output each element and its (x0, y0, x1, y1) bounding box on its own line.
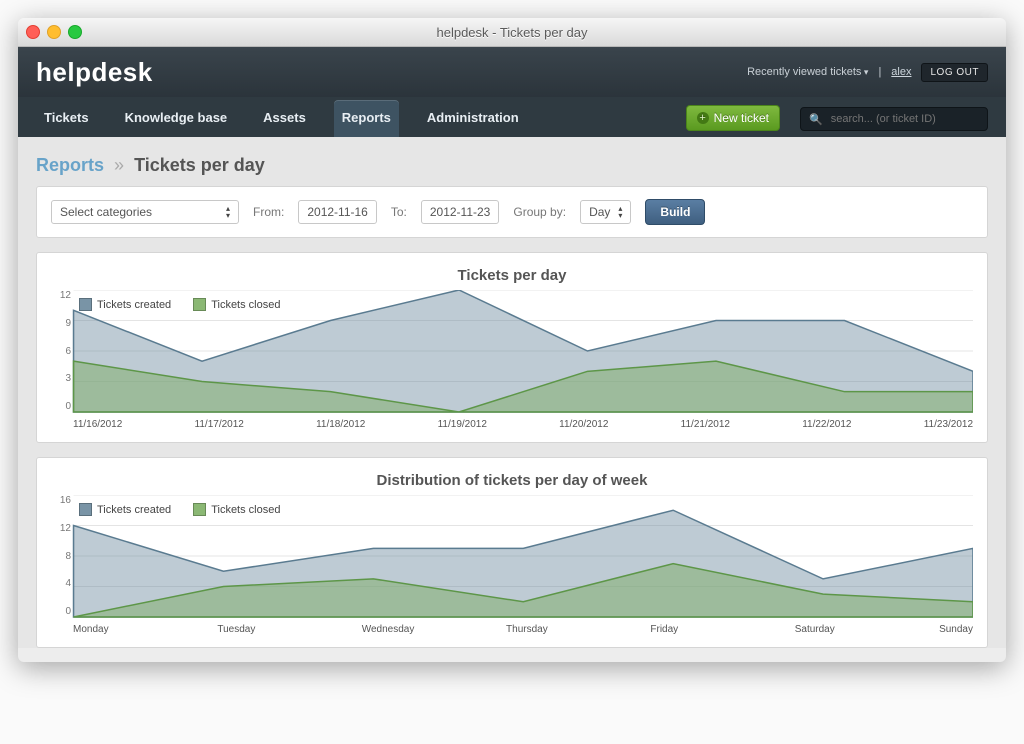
filter-panel: Select categories ▴▾ From: 2012-11-16 To… (36, 186, 988, 238)
nav-tickets[interactable]: Tickets (36, 100, 97, 137)
legend-item-closed: Tickets closed (193, 503, 280, 516)
groupby-label: Group by: (513, 205, 566, 219)
new-ticket-label: New ticket (714, 111, 769, 125)
current-user-link[interactable]: alex (891, 66, 911, 78)
chart-panel-2: Distribution of tickets per day of week … (36, 457, 988, 648)
brand-logo: helpdesk (36, 57, 153, 88)
logout-button[interactable]: LOG OUT (921, 63, 988, 82)
search-box[interactable]: 🔍 (800, 107, 988, 131)
breadcrumb-root[interactable]: Reports (36, 155, 104, 175)
nav-assets[interactable]: Assets (255, 100, 314, 137)
x-axis-ticks: MondayTuesdayWednesdayThursdayFridaySatu… (73, 624, 973, 635)
chart-title: Tickets per day (51, 267, 973, 284)
legend-item-created: Tickets created (79, 503, 171, 516)
recently-viewed-dropdown[interactable]: Recently viewed tickets (747, 66, 868, 78)
y-axis-ticks: 129630 (49, 290, 71, 412)
page-title: Tickets per day (134, 155, 265, 175)
breadcrumb: Reports » Tickets per day (36, 155, 988, 176)
chart-tickets-per-day: Tickets created Tickets closed 12963011/… (51, 290, 973, 430)
from-date-input[interactable]: 2012-11-16 (298, 200, 377, 224)
chart-title: Distribution of tickets per day of week (51, 472, 973, 489)
nav-reports[interactable]: Reports (334, 100, 399, 137)
legend-item-closed: Tickets closed (193, 298, 280, 311)
new-ticket-button[interactable]: + New ticket (686, 105, 780, 131)
nav-knowledge-base[interactable]: Knowledge base (117, 100, 236, 137)
app-header: helpdesk Recently viewed tickets | alex … (18, 47, 1006, 97)
from-label: From: (253, 205, 284, 219)
nav-administration[interactable]: Administration (419, 100, 527, 137)
chevron-updown-icon: ▴▾ (226, 205, 230, 219)
chart-legend: Tickets created Tickets closed (79, 298, 280, 311)
chart-legend: Tickets created Tickets closed (79, 503, 280, 516)
legend-swatch-icon (79, 298, 92, 311)
categories-select-value: Select categories (60, 205, 152, 219)
build-button[interactable]: Build (645, 199, 705, 225)
legend-swatch-icon (193, 503, 206, 516)
legend-item-created: Tickets created (79, 298, 171, 311)
chevron-updown-icon: ▴▾ (618, 205, 622, 219)
legend-swatch-icon (79, 503, 92, 516)
x-axis-ticks: 11/16/201211/17/201211/18/201211/19/2012… (73, 419, 973, 430)
categories-select[interactable]: Select categories ▴▾ (51, 200, 239, 224)
plus-icon: + (697, 112, 709, 124)
chart-panel-1: Tickets per day Tickets created Tickets … (36, 252, 988, 443)
groupby-select[interactable]: Day ▴▾ (580, 200, 631, 224)
search-icon: 🔍 (809, 113, 823, 126)
search-input[interactable] (829, 112, 979, 126)
groupby-value: Day (589, 205, 610, 219)
breadcrumb-separator: » (114, 155, 124, 175)
mac-window: helpdesk - Tickets per day helpdesk Rece… (18, 18, 1006, 662)
y-axis-ticks: 1612840 (49, 495, 71, 617)
legend-swatch-icon (193, 298, 206, 311)
window-title: helpdesk - Tickets per day (18, 25, 1006, 40)
main-nav: Tickets Knowledge base Assets Reports Ad… (18, 97, 1006, 137)
window-titlebar: helpdesk - Tickets per day (18, 18, 1006, 47)
to-date-input[interactable]: 2012-11-23 (421, 200, 500, 224)
to-label: To: (391, 205, 407, 219)
chart-distribution-weekday: Tickets created Tickets closed 1612840Mo… (51, 495, 973, 635)
